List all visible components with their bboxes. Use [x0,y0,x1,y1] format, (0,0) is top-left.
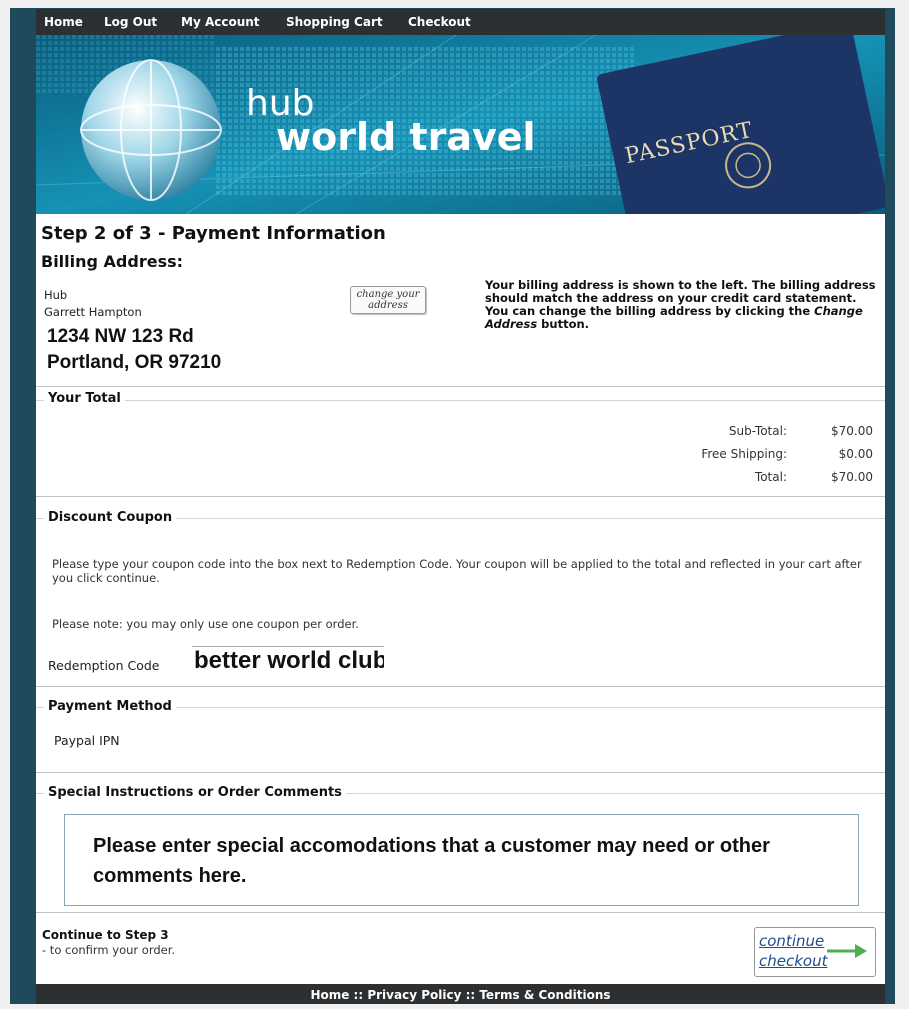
billing-company: Hub [44,288,68,302]
coupon-legend: Discount Coupon [44,510,177,525]
footer-separator: :: [349,988,368,1002]
checkout-content: Step 2 of 3 - Payment Information Billin… [36,214,885,984]
nav-shopping-cart-link[interactable]: Shopping Cart [286,15,383,29]
checkout-label: checkout [759,952,828,970]
top-nav: Home Log Out My Account Shopping Cart Ch… [36,9,885,35]
billing-city: Portland, OR 97210 [47,352,222,373]
total-legend: Your Total [44,391,125,406]
redemption-label: Redemption Code [48,658,160,673]
billing-street: 1234 NW 123 Rd [47,326,194,347]
logo-line-2: world travel [276,115,536,159]
nav-home-link[interactable]: Home [44,15,83,29]
comments-textarea[interactable]: Please enter special accomodations that … [64,814,859,906]
redemption-code-input[interactable] [192,646,384,675]
subtotal-value: $70.00 [831,424,873,438]
change-address-button[interactable]: change your address [350,286,426,314]
nav-my-account-link[interactable]: My Account [181,15,260,29]
billing-heading: Billing Address: [41,252,184,271]
shipping-value: $0.00 [838,447,873,461]
coupon-instructions: Please type your coupon code into the bo… [52,557,862,585]
page-title: Step 2 of 3 - Payment Information [41,223,386,244]
continue-checkout-button[interactable]: continue checkout [754,927,876,977]
coupon-note: Please note: you may only use one coupon… [52,617,359,631]
comments-text: Please enter special accomodations that … [93,835,770,887]
section-divider [36,912,885,913]
nav-logout-link[interactable]: Log Out [104,15,157,29]
shipping-label: Free Shipping: [701,447,787,461]
footer-home-link[interactable]: Home [310,988,349,1002]
total-value: $70.00 [831,470,873,484]
footer-terms-link[interactable]: Terms & Conditions [479,988,610,1002]
continue-label: continue [759,932,825,950]
footer-nav: Home :: Privacy Policy :: Terms & Condit… [36,984,885,1004]
section-divider [36,386,885,387]
billing-name: Garrett Hampton [44,305,142,319]
section-divider [36,686,885,687]
total-legend-line [36,400,885,401]
billing-note: Your billing address is shown to the lef… [485,279,877,331]
header-banner: hub world travel PASSPORT [36,35,885,214]
total-label: Total: [754,470,787,484]
payment-method-value: Paypal IPN [54,733,120,748]
nav-checkout-link[interactable]: Checkout [408,15,471,29]
billing-note-end: button. [537,317,590,331]
subtotal-label: Sub-Total: [728,424,787,438]
continue-subtitle: - to confirm your order. [42,943,176,957]
footer-separator: :: [461,988,480,1002]
comments-legend: Special Instructions or Order Comments [44,785,346,800]
payment-legend: Payment Method [44,699,176,714]
section-divider [36,772,885,773]
continue-title: Continue to Step 3 [42,928,169,942]
footer-privacy-link[interactable]: Privacy Policy [367,988,461,1002]
arrow-right-icon [827,944,867,958]
section-divider [36,496,885,497]
